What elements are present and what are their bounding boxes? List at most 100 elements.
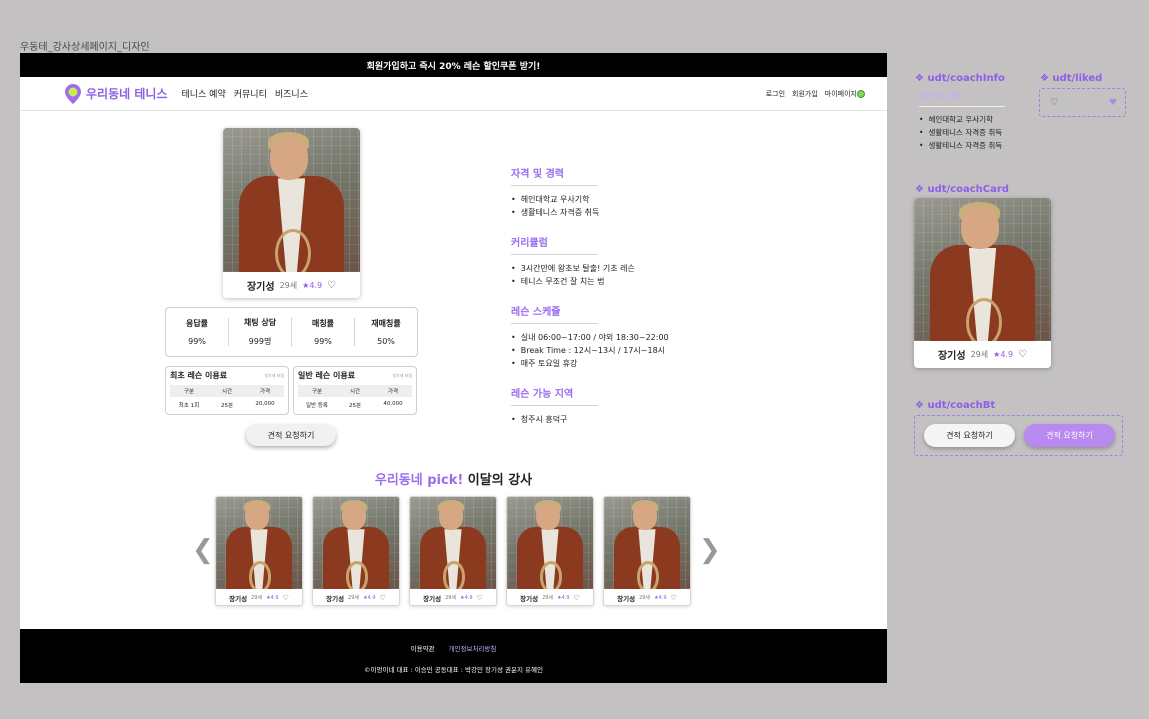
fee-row: 일반 등록 25분 40,000 — [298, 401, 412, 409]
signup-link[interactable]: 회원가입 — [792, 89, 818, 99]
menu-item-reservation[interactable]: 테니스 예약 — [181, 87, 225, 100]
coach-name: 장기성 — [246, 281, 275, 293]
coach-rating: ★4.9 — [993, 349, 1014, 359]
coach-card-component[interactable]: 장기성 29세 ★4.9 ♡ — [914, 198, 1051, 368]
coach-name: 장기성 — [326, 594, 345, 603]
coach-name: 장기성 — [937, 350, 966, 362]
fee-subtitle: 부가세 포함 — [264, 372, 284, 378]
fee-cell: 25분 — [220, 403, 234, 409]
schedule-list: 실내 06:00~17:00 / 야외 18:30~22:00 Break Ti… — [511, 331, 721, 370]
coach-photo — [223, 128, 360, 272]
component-label-coach-info: ❖ udt/coachInfo — [915, 73, 1005, 84]
fee-header: 가격 — [259, 389, 271, 395]
quote-request-button-default[interactable]: 견적 요청하기 — [924, 424, 1015, 447]
menu-item-business[interactable]: 비즈니스 — [275, 87, 308, 100]
list-item: 청주시 흥덕구 — [511, 413, 721, 426]
footer-links: 이용약관 개인정보처리방침 — [20, 643, 887, 653]
coach-age: 29세 — [279, 280, 298, 290]
carousel-next-icon[interactable]: ❯ — [699, 537, 721, 563]
coach-rating: ★4.9 — [557, 594, 570, 601]
main-menu: 테니스 예약 커뮤니티 비즈니스 — [181, 87, 308, 100]
mypage-label: 마이페이지 — [824, 89, 857, 98]
fee-cell: 40,000 — [383, 401, 403, 407]
stat-value: 999명 — [248, 337, 272, 346]
fee-header: 구분 — [311, 389, 323, 395]
heart-outline-icon[interactable]: ♡ — [1050, 98, 1058, 108]
promo-banner[interactable]: 회원가입하고 즉시 20% 레슨 할인쿠폰 받기! — [20, 53, 887, 77]
pick-coach-card[interactable]: 장기성 29세 ★4.9 ♡ — [215, 496, 303, 606]
heart-icon[interactable]: ♡ — [380, 594, 386, 602]
privacy-link[interactable]: 개인정보처리방침 — [449, 643, 497, 653]
list-item: 실내 06:00~17:00 / 야외 18:30~22:00 — [511, 331, 721, 344]
heart-icon[interactable]: ♡ — [574, 594, 580, 602]
fee-header-row: 구분 시간 가격 — [298, 385, 412, 397]
stat-label: 채팅 상담 — [243, 318, 277, 327]
coach-card-footer: 장기성 29세 ★4.9 ♡ — [604, 589, 690, 605]
qualification-list: 헤인대학교 우사기학 생활테니스 자격증 취득 — [511, 193, 721, 219]
fee-title: 최초 레슨 이용료 — [170, 371, 228, 380]
heart-icon[interactable]: ♡ — [1018, 349, 1027, 360]
pick-coach-card[interactable]: 장기성 29세 ★4.9 ♡ — [409, 496, 497, 606]
coach-info: 자격 및 경력 헤인대학교 우사기학 생활테니스 자격증 취득 커리큘럼 3시간… — [511, 165, 721, 441]
heart-icon[interactable]: ♡ — [327, 280, 336, 291]
coach-photo — [604, 497, 690, 589]
coach-card-footer: 장기성 29세 ★4.9 ♡ — [507, 589, 593, 605]
stat-matching-rate: 매칭률 99% — [292, 318, 355, 346]
list-item: 생활테니스 자격증 취득 — [919, 139, 1029, 152]
menu-item-community[interactable]: 커뮤니티 — [234, 87, 267, 100]
carousel-prev-icon[interactable]: ❮ — [192, 537, 214, 563]
section-title-area: 레슨 가능 지역 — [511, 385, 598, 406]
heart-icon[interactable]: ♡ — [283, 594, 289, 602]
stat-chat-consult: 채팅 상담 999명 — [229, 317, 292, 347]
pick-coach-card[interactable]: 장기성 29세 ★4.9 ♡ — [603, 496, 691, 606]
mypage-link[interactable]: 마이페이지 — [825, 89, 865, 99]
profile-icon — [857, 89, 865, 98]
login-link[interactable]: 로그인 — [766, 89, 785, 99]
stat-value: 99% — [314, 337, 332, 346]
coach-detail-page: 회원가입하고 즉시 20% 레슨 할인쿠폰 받기! 우리동네 테니스 테니스 예… — [20, 53, 887, 683]
component-section-title: 자격 및 경력 — [919, 91, 1005, 107]
component-label-liked: ❖ udt/liked — [1040, 73, 1103, 84]
coach-rating: ★4.9 — [363, 594, 376, 601]
section-title-curriculum: 커리큘럼 — [511, 234, 598, 255]
coach-card-footer: 장기성 29세 ★4.9 ♡ — [313, 589, 399, 605]
coach-name: 장기성 — [520, 594, 539, 603]
quote-request-button[interactable]: 견적 요청하기 — [246, 424, 336, 446]
liked-component: ♡ ♥ — [1039, 88, 1126, 117]
pick-coach-card[interactable]: 장기성 29세 ★4.9 ♡ — [506, 496, 594, 606]
stat-value: 99% — [188, 337, 206, 346]
coach-age: 29세 — [348, 595, 360, 601]
section-title-schedule: 레슨 스케쥴 — [511, 303, 598, 324]
coach-card-footer: 장기성 29세 ★4.9 ♡ — [914, 341, 1051, 367]
coach-name: 장기성 — [423, 594, 442, 603]
quote-request-button-active[interactable]: 견적 요청하기 — [1024, 424, 1115, 447]
heart-icon[interactable]: ♡ — [477, 594, 483, 602]
stat-label: 응답률 — [185, 319, 209, 328]
coach-photo — [507, 497, 593, 589]
monthly-pick-title: 우리동네 pick! 이달의 강사 — [20, 469, 887, 488]
fee-header: 가격 — [387, 389, 399, 395]
fee-cell: 20,000 — [255, 401, 275, 407]
stat-rematching-rate: 재매칭률 50% — [355, 318, 417, 346]
coach-card-footer: 장기성 29세 ★4.9 ♡ — [223, 272, 360, 298]
list-item: Break Time : 12시~13시 / 17시~18시 — [511, 344, 721, 357]
heart-icon[interactable]: ♡ — [671, 594, 677, 602]
list-item: 헤인대학교 우사기학 — [511, 193, 721, 206]
terms-link[interactable]: 이용약관 — [411, 643, 435, 653]
list-item: 생활테니스 자격증 취득 — [511, 206, 721, 219]
pick-coach-card[interactable]: 장기성 29세 ★4.9 ♡ — [312, 496, 400, 606]
pick-rest: 이달의 강사 — [463, 473, 533, 488]
logo[interactable]: 우리동네 테니스 — [65, 83, 167, 104]
coach-photo — [313, 497, 399, 589]
coach-age: 29세 — [970, 349, 989, 359]
coach-name: 장기성 — [229, 594, 248, 603]
stat-label: 매칭률 — [311, 319, 335, 328]
fee-row: 최초 1회 25분 20,000 — [170, 401, 284, 409]
list-item: 매주 토요일 휴강 — [511, 357, 721, 370]
list-item: 생활테니스 자격증 취득 — [919, 126, 1029, 139]
heart-filled-icon[interactable]: ♥ — [1109, 98, 1117, 108]
area-list: 청주시 흥덕구 — [511, 413, 721, 426]
fee-header: 구분 — [183, 389, 195, 395]
coach-photo — [216, 497, 302, 589]
footer-copyright: ©이엉이네 대표 : 이승민 공동대표 : 박강민 장기성 권윤지 유혜인 — [364, 666, 543, 674]
